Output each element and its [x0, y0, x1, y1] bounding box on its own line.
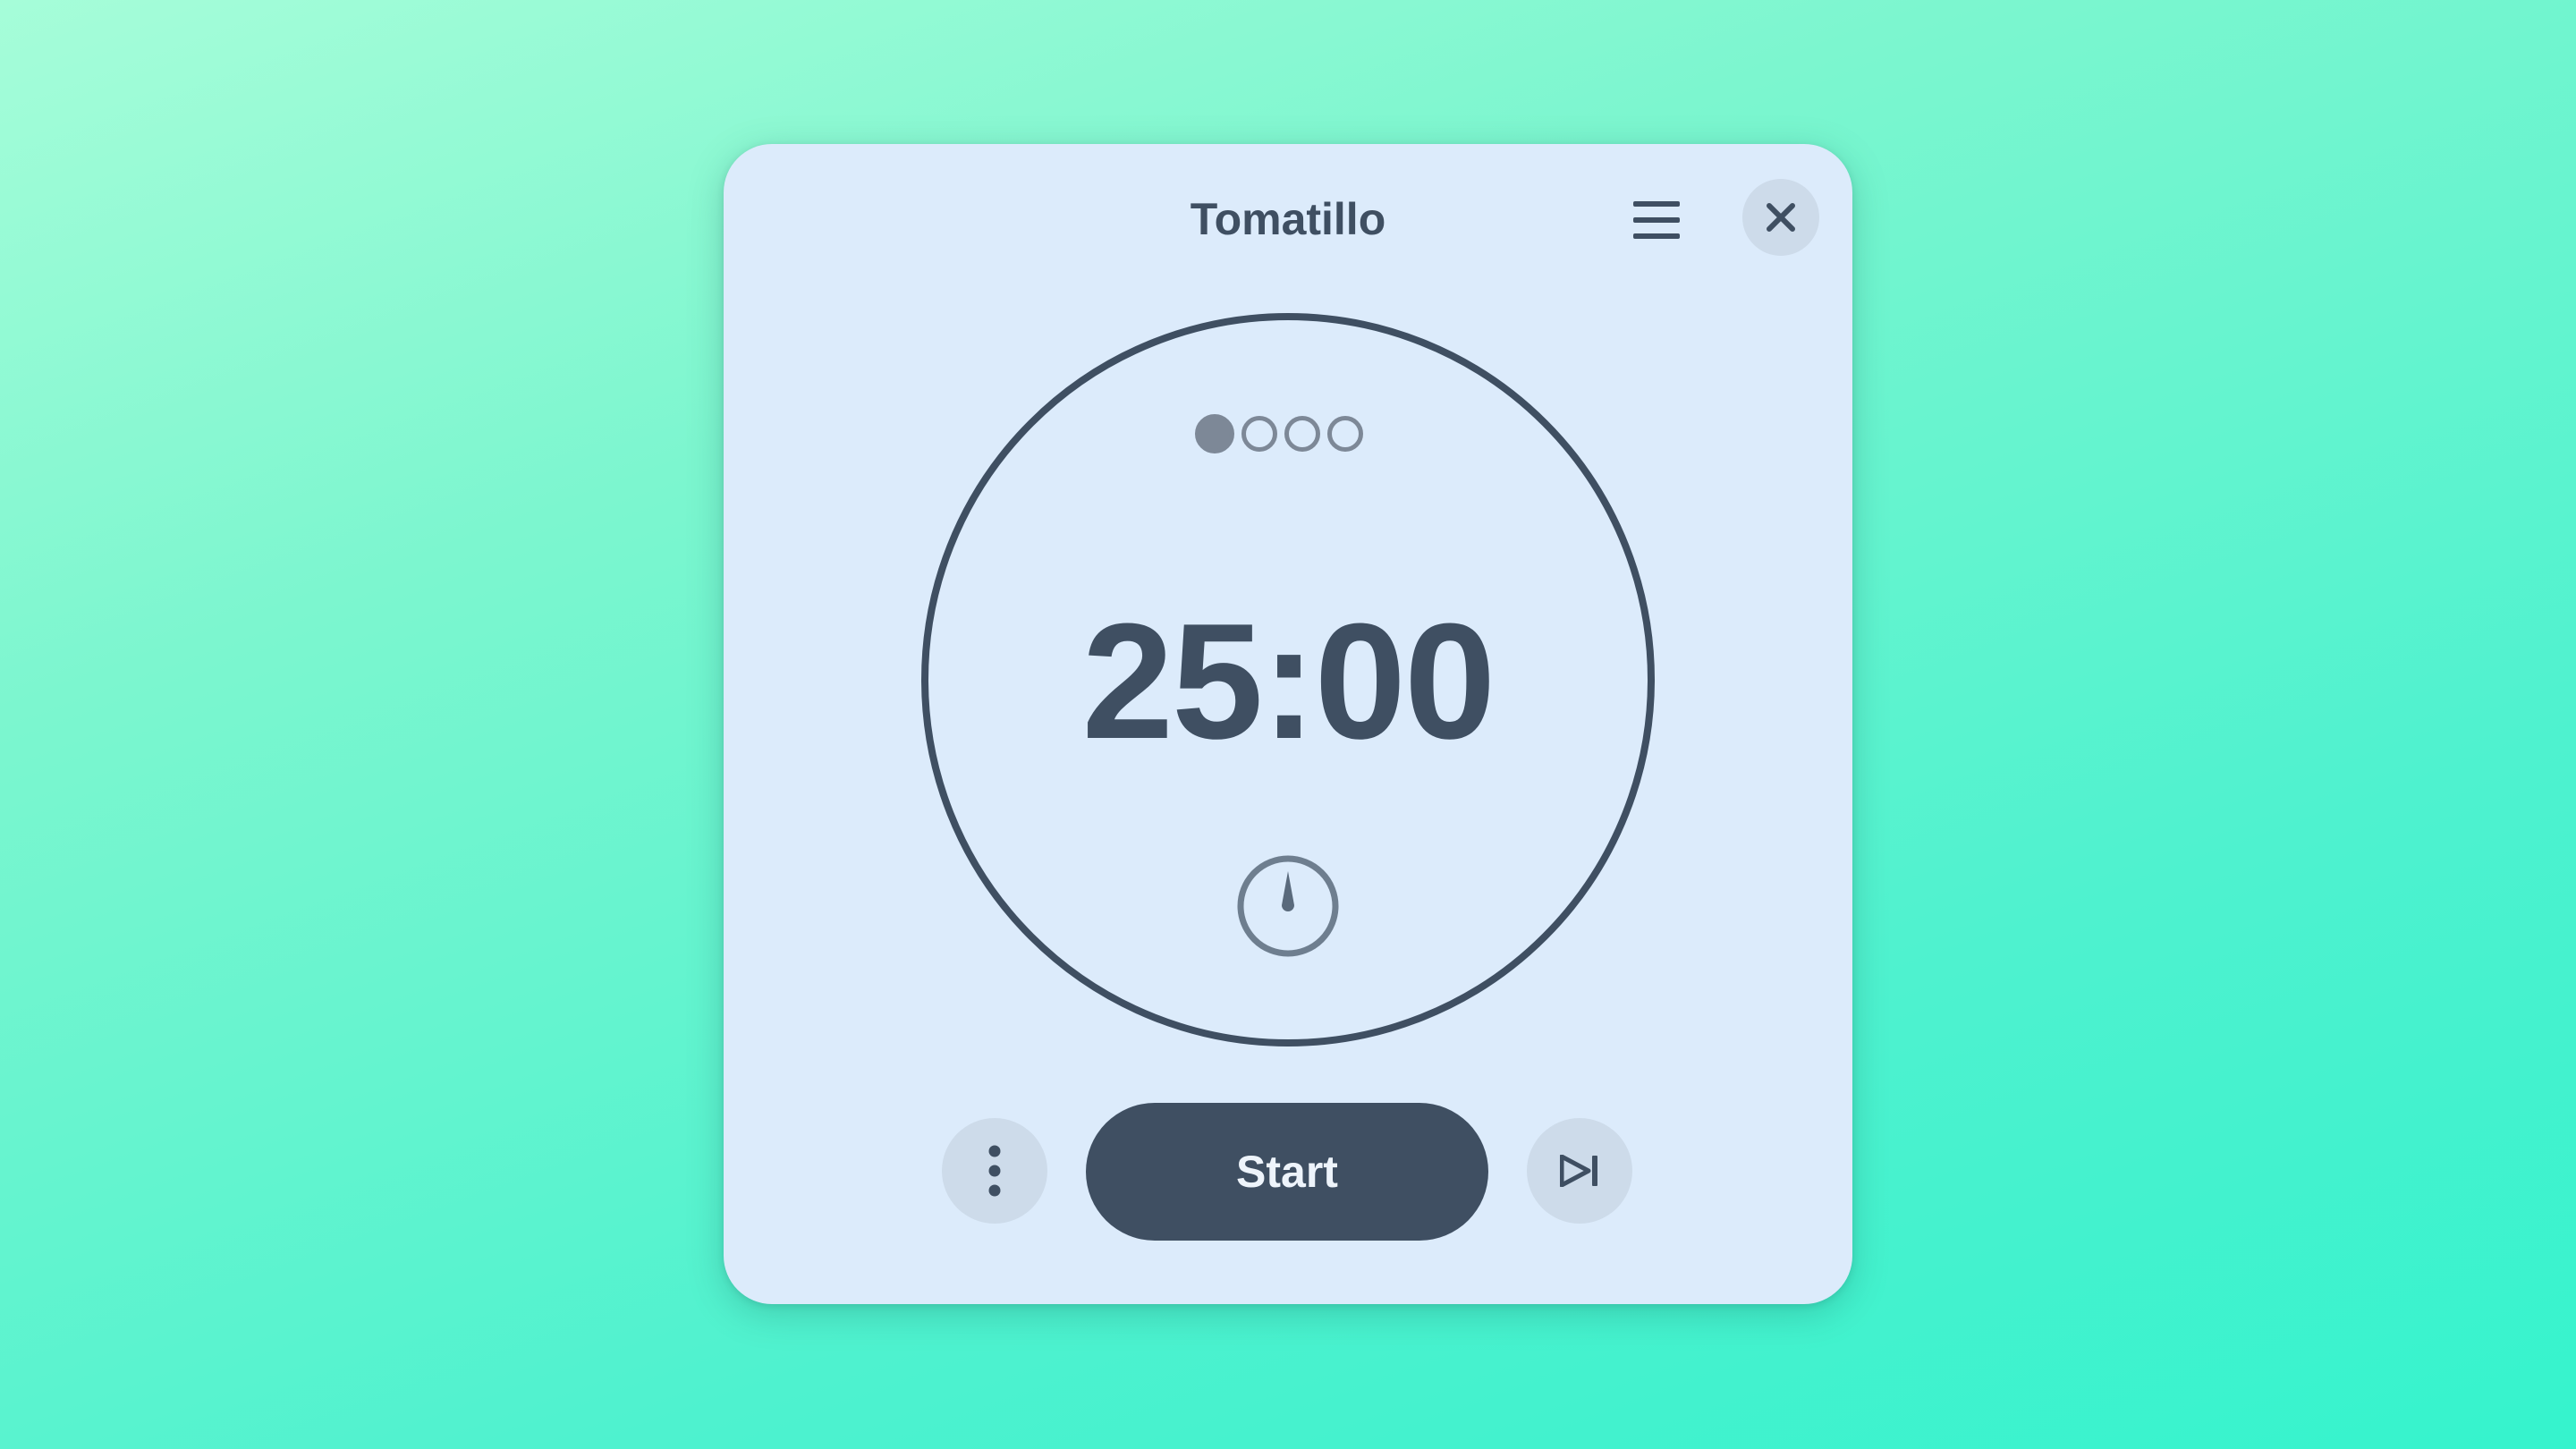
close-button[interactable]	[1742, 179, 1819, 256]
close-icon	[1767, 203, 1795, 232]
session-dot-completed	[1195, 414, 1234, 453]
timer-window: Tomatillo 25:00 Start	[724, 144, 1852, 1304]
session-dot-pending	[1284, 416, 1320, 452]
skip-next-icon	[1560, 1155, 1597, 1187]
skip-button[interactable]	[1527, 1118, 1632, 1224]
more-vertical-icon	[988, 1145, 1001, 1197]
session-dot-pending	[1327, 416, 1363, 452]
time-display: 25:00	[1081, 589, 1496, 773]
session-dot-pending	[1241, 416, 1277, 452]
hamburger-menu-icon	[1633, 201, 1680, 239]
session-indicator	[1195, 413, 1374, 454]
menu-button[interactable]	[1618, 182, 1695, 258]
gauge-icon	[1237, 855, 1339, 957]
more-options-button[interactable]	[942, 1118, 1047, 1224]
start-button[interactable]: Start	[1086, 1103, 1488, 1241]
